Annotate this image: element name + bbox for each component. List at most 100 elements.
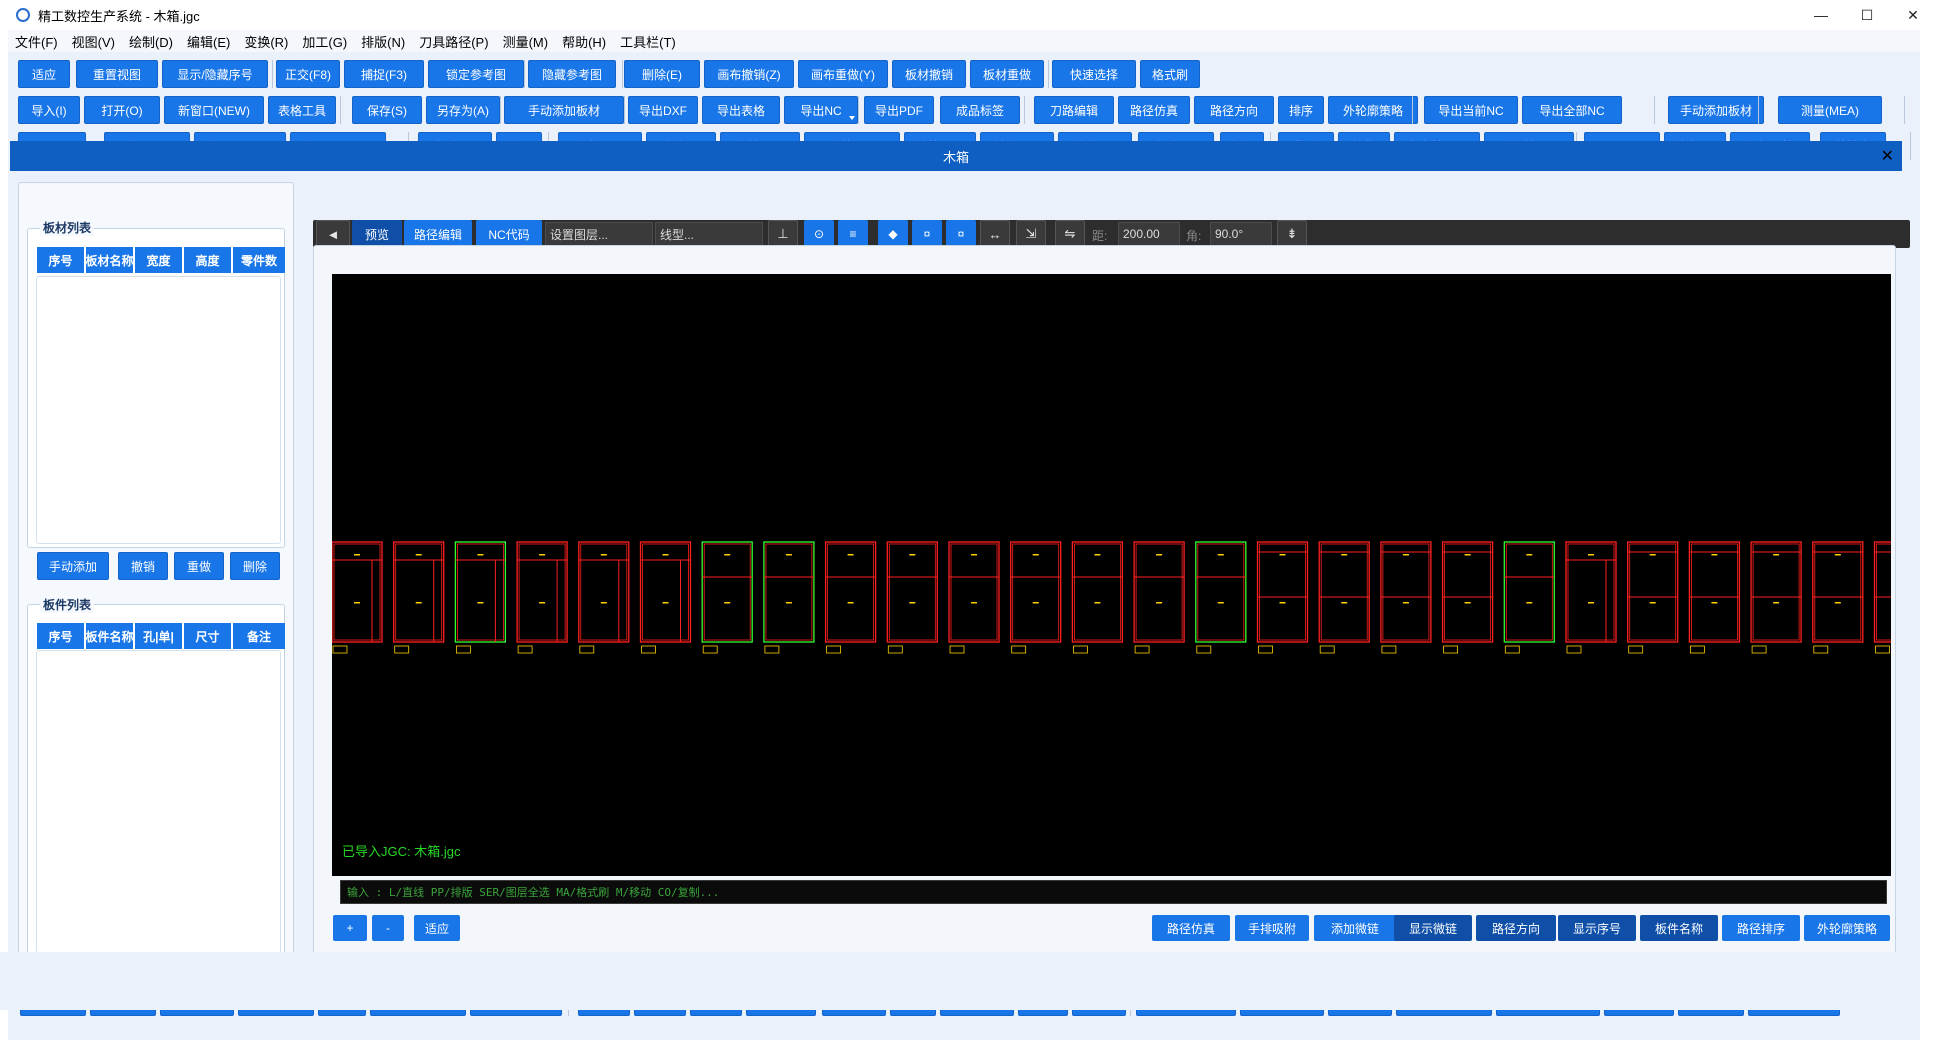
toolbar-button-toolbar_row2-12[interactable]: 刀路编辑 <box>1034 96 1114 124</box>
sheet-action-button-1[interactable]: 撤销 <box>118 552 168 580</box>
toolbar-button-toolbar_row2-19[interactable]: 手动添加板材 <box>1668 96 1764 124</box>
panel-shape[interactable] <box>1873 541 1892 654</box>
column-header-2[interactable]: 孔|单| <box>135 623 183 649</box>
canvas-option-button-4[interactable]: 路径方向 <box>1476 915 1556 941</box>
canvas-option-button-6[interactable]: 板件名称 <box>1640 915 1718 941</box>
toolbar-button-toolbar_row1-10[interactable]: 板材撤销 <box>892 60 966 88</box>
canvas-tab-1[interactable]: 路径编辑 <box>404 220 472 248</box>
canvas-zoom-button-0[interactable]: + <box>333 915 367 941</box>
toolbar-button-toolbar_row1-1[interactable]: 重置视图 <box>76 60 158 88</box>
panel-shape[interactable] <box>578 541 630 654</box>
panel-shape[interactable] <box>763 541 815 654</box>
circle-snap-icon[interactable]: ⊙ <box>804 220 834 248</box>
panel-shape[interactable] <box>1071 541 1124 654</box>
angle-input[interactable]: 90.0° <box>1210 222 1272 246</box>
align-icon[interactable]: ≡ <box>838 220 868 248</box>
perpendicular-icon[interactable]: ⊥ <box>768 220 798 248</box>
panel-shape[interactable] <box>1812 541 1864 654</box>
panel-shape[interactable] <box>1503 541 1555 654</box>
toolbar-button-toolbar_row1-5[interactable]: 锁定参考图 <box>428 60 524 88</box>
close-button[interactable]: ✕ <box>1890 0 1936 30</box>
toolbar-button-toolbar_row1-7[interactable]: 删除(E) <box>624 60 700 88</box>
canvas-option-button-3[interactable]: 显示微链 <box>1394 915 1472 941</box>
toolbar-button-toolbar_row2-14[interactable]: 路径方向 <box>1194 96 1274 124</box>
menu-item-5[interactable]: 加工(G) <box>295 32 354 51</box>
menu-item-4[interactable]: 变换(R) <box>237 32 295 51</box>
toolbar-button-toolbar_row2-16[interactable]: 外轮廓策略 <box>1328 96 1418 124</box>
panel-shape[interactable] <box>948 541 1000 654</box>
toolbar-button-toolbar_row2-1[interactable]: 打开(O) <box>84 96 160 124</box>
panel-shape[interactable] <box>1565 541 1617 654</box>
toolbar-button-toolbar_row1-0[interactable]: 适应 <box>18 60 70 88</box>
canvas-option-button-2[interactable]: 添加微链 <box>1314 915 1396 941</box>
panel-shape[interactable] <box>1318 541 1370 654</box>
column-header-1[interactable]: 板材名称 <box>86 247 134 273</box>
menu-item-8[interactable]: 测量(M) <box>496 32 556 51</box>
toolbar-button-toolbar_row2-10[interactable]: 导出PDF <box>864 96 934 124</box>
menu-item-1[interactable]: 视图(V) <box>65 32 122 51</box>
toolbar-button-toolbar_row1-6[interactable]: 隐藏参考图 <box>528 60 616 88</box>
minimize-button[interactable]: — <box>1798 0 1844 30</box>
canvas-tab-2[interactable]: NC代码 <box>476 220 542 248</box>
panel-shape[interactable] <box>454 541 507 654</box>
menu-item-9[interactable]: 帮助(H) <box>555 32 613 51</box>
menu-item-10[interactable]: 工具栏(T) <box>613 32 683 51</box>
layer-select[interactable]: 设置图层... <box>545 222 653 246</box>
toolbar-button-toolbar_row2-13[interactable]: 路径仿真 <box>1118 96 1190 124</box>
command-line-input[interactable]: 输入 : L/直线 PP/排版 SER/图层全选 MA/格式刷 M/移动 CO/… <box>340 880 1887 904</box>
toolbar-button-toolbar_row2-5[interactable]: 另存为(A) <box>426 96 500 124</box>
panel-shape[interactable] <box>1133 541 1185 654</box>
panel-shape[interactable] <box>639 541 692 654</box>
distance-input[interactable]: 200.00 <box>1118 222 1180 246</box>
panel-shape[interactable] <box>886 541 938 654</box>
panel-shape[interactable] <box>393 541 445 654</box>
column-header-1[interactable]: 板件名称 <box>86 623 134 649</box>
panel-shape[interactable] <box>1256 541 1309 654</box>
toolbar-button-toolbar_row1-12[interactable]: 快速选择 <box>1052 60 1136 88</box>
toolbar-button-toolbar_row2-3[interactable]: 表格工具 <box>268 96 336 124</box>
canvas-option-button-8[interactable]: 外轮廓策略 <box>1804 915 1890 941</box>
canvas-tab-0[interactable]: 预览 <box>352 220 402 248</box>
toolbar-button-toolbar_row2-7[interactable]: 导出DXF <box>628 96 698 124</box>
toolbar-button-toolbar_row1-13[interactable]: 格式刷 <box>1140 60 1200 88</box>
swap-icon[interactable]: ⇋ <box>1055 220 1085 248</box>
menu-item-0[interactable]: 文件(F) <box>8 32 65 51</box>
horizontal-arrows-icon[interactable]: ↔ <box>980 220 1010 248</box>
toolbar-button-toolbar_row2-11[interactable]: 成品标签 <box>940 96 1020 124</box>
panel-shape[interactable] <box>701 541 753 654</box>
canvas-option-button-1[interactable]: 手排吸附 <box>1235 915 1309 941</box>
toolbar-button-toolbar_row2-9[interactable]: 导出NC <box>784 96 858 124</box>
menu-item-3[interactable]: 编辑(E) <box>180 32 237 51</box>
toolbar-button-toolbar_row2-6[interactable]: 手动添加板材 <box>504 96 624 124</box>
toolbar-button-toolbar_row2-8[interactable]: 导出表格 <box>702 96 780 124</box>
toolbar-button-toolbar_row1-4[interactable]: 捕捉(F3) <box>344 60 424 88</box>
toolbar-button-toolbar_row2-0[interactable]: 导入(I) <box>18 96 80 124</box>
column-header-3[interactable]: 尺寸 <box>184 623 232 649</box>
canvas-zoom-button-2[interactable]: 适应 <box>414 915 460 941</box>
toolbar-button-toolbar_row2-17[interactable]: 导出当前NC <box>1424 96 1518 124</box>
column-header-4[interactable]: 零件数 <box>233 247 286 273</box>
canvas-zoom-button-1[interactable]: - <box>372 915 404 941</box>
linetype-select[interactable]: 线型... <box>655 222 763 246</box>
column-header-4[interactable]: 备注 <box>233 623 286 649</box>
panel-shape[interactable] <box>824 541 877 654</box>
panel-shape[interactable] <box>1380 541 1432 654</box>
drawing-canvas[interactable]: 已导入JGC: 木箱.jgc <box>332 274 1891 876</box>
back-arrow-icon[interactable]: ◄ <box>316 220 350 248</box>
canvas-option-button-5[interactable]: 显示序号 <box>1558 915 1636 941</box>
panel-shape[interactable] <box>1750 541 1802 654</box>
column-header-0[interactable]: 序号 <box>37 247 85 273</box>
step-down-icon[interactable]: ⇟ <box>1277 220 1307 248</box>
toolbar-button-toolbar_row2-15[interactable]: 排序 <box>1278 96 1324 124</box>
panel-shape[interactable] <box>332 541 383 654</box>
panel-shape[interactable] <box>516 541 568 654</box>
panel-shape[interactable] <box>1195 541 1247 654</box>
sheet-action-button-2[interactable]: 重做 <box>174 552 224 580</box>
toolbar-button-toolbar_row1-9[interactable]: 画布重做(Y) <box>798 60 888 88</box>
resize-icon[interactable]: ⇲ <box>1016 220 1046 248</box>
toolbar-button-toolbar_row1-3[interactable]: 正交(F8) <box>276 60 340 88</box>
menu-item-7[interactable]: 刀具路径(P) <box>412 32 495 51</box>
sheet-action-button-3[interactable]: 删除 <box>230 552 280 580</box>
column-header-3[interactable]: 高度 <box>184 247 232 273</box>
toolbar-button-toolbar_row2-4[interactable]: 保存(S) <box>352 96 422 124</box>
